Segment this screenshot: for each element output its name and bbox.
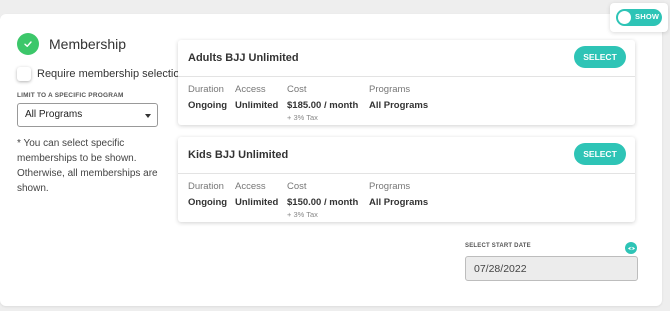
toggle-label: SHOW [635, 12, 660, 21]
select-button[interactable]: SELECT [574, 143, 626, 165]
card-header: Kids BJJ Unlimited SELECT [178, 137, 635, 174]
require-membership-checkbox[interactable] [17, 67, 31, 81]
access-value: Unlimited [235, 197, 279, 208]
card-header: Adults BJJ Unlimited SELECT [178, 40, 635, 77]
tax-note: + 3% Tax [287, 210, 318, 219]
start-date-input[interactable]: 07/28/2022 [465, 256, 638, 281]
programs-value: All Programs [369, 197, 429, 208]
require-membership-row[interactable]: Require membership selection [17, 67, 186, 81]
access-header: Access [235, 84, 266, 95]
duration-value: Ongoing [188, 100, 228, 111]
programs-header: Programs [369, 181, 411, 192]
require-membership-label: Require membership selection [37, 68, 186, 80]
card-details: Duration Ongoing Access Unlimited Cost $… [178, 174, 635, 222]
programs-column: Programs All Programs [369, 181, 428, 208]
tax-note: + 3% Tax [287, 113, 318, 122]
access-value: Unlimited [235, 100, 279, 111]
program-select-value: All Programs [25, 109, 83, 120]
duration-header: Duration [188, 181, 224, 192]
programs-value: All Programs [369, 100, 429, 111]
caret-down-icon [145, 114, 151, 118]
membership-name: Adults BJJ Unlimited [188, 52, 299, 64]
eye-icon[interactable] [625, 242, 637, 254]
cost-column: Cost $150.00 / month + 3% Tax [287, 181, 358, 219]
cost-value: $185.00 / month [287, 100, 359, 111]
select-button[interactable]: SELECT [574, 46, 626, 68]
membership-name: Kids BJJ Unlimited [188, 149, 289, 161]
cost-header: Cost [287, 84, 307, 95]
access-column: Access Unlimited [235, 181, 278, 208]
duration-column: Duration Ongoing [188, 84, 227, 111]
check-icon [17, 33, 39, 55]
limit-program-label: LIMIT TO A SPECIFIC PROGRAM [17, 92, 124, 99]
cost-column: Cost $185.00 / month + 3% Tax [287, 84, 358, 122]
duration-value: Ongoing [188, 197, 228, 208]
show-toggle-container: SHOW [610, 3, 668, 32]
section-title: Membership [49, 36, 127, 52]
cost-header: Cost [287, 181, 307, 192]
show-toggle[interactable]: SHOW [616, 9, 662, 26]
start-date-label: SELECT START DATE [465, 243, 531, 249]
selection-note: * You can select specific memberships to… [17, 138, 158, 194]
membership-card: Adults BJJ Unlimited SELECT Duration Ong… [178, 40, 635, 125]
cost-value: $150.00 / month [287, 197, 359, 208]
program-select[interactable]: All Programs [17, 103, 158, 127]
programs-header: Programs [369, 84, 411, 95]
card-details: Duration Ongoing Access Unlimited Cost $… [178, 77, 635, 125]
programs-column: Programs All Programs [369, 84, 428, 111]
access-column: Access Unlimited [235, 84, 278, 111]
duration-column: Duration Ongoing [188, 181, 227, 208]
duration-header: Duration [188, 84, 224, 95]
access-header: Access [235, 181, 266, 192]
toggle-knob [618, 11, 631, 24]
membership-card: Kids BJJ Unlimited SELECT Duration Ongoi… [178, 137, 635, 222]
